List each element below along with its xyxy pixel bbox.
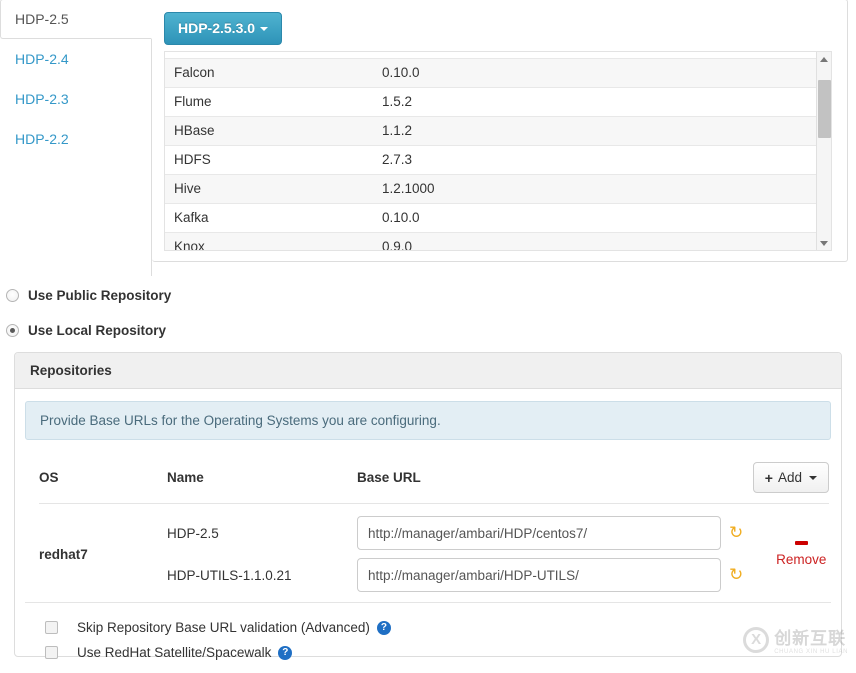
- service-version: 2.7.3: [373, 145, 818, 175]
- caret-down-icon: [260, 27, 269, 32]
- undo-icon[interactable]: ↻: [729, 524, 743, 541]
- service-version: 0.10.0: [373, 58, 818, 88]
- stack-tab-hdp-2-3[interactable]: HDP-2.3: [0, 79, 151, 119]
- services-version-scroll-region[interactable]: Atlas 0.7.0 Falcon 0.10.0 Flume 1.5.2: [164, 51, 832, 251]
- repositories-panel: Repositories Provide Base URLs for the O…: [14, 352, 842, 660]
- minus-icon: [794, 541, 808, 545]
- os-name: redhat7: [39, 546, 88, 562]
- repository-name: HDP-2.5: [167, 525, 219, 541]
- column-header-name: Name: [167, 470, 204, 485]
- repository-entry: HDP-UTILS-1.1.0.21 ↻: [167, 554, 743, 596]
- stack-details-panel: HDP-2.5.3.0 Atlas 0.7.0 Falcon 0.10.0: [152, 0, 848, 262]
- repository-name: HDP-UTILS-1.1.0.21: [167, 567, 292, 583]
- stack-version-nav: HDP-2.5 HDP-2.4 HDP-2.3 HDP-2.2: [0, 0, 152, 276]
- repositories-panel-body: Provide Base URLs for the Operating Syst…: [15, 389, 841, 665]
- column-header-base-url: Base URL: [357, 470, 421, 485]
- column-header-os: OS: [39, 470, 59, 485]
- scrollbar-thumb[interactable]: [818, 80, 831, 138]
- service-name: HDFS: [165, 145, 373, 175]
- info-alert: Provide Base URLs for the Operating Syst…: [25, 401, 831, 440]
- base-url-input-hdp[interactable]: [357, 516, 721, 550]
- service-name: Hive: [165, 174, 373, 204]
- radio-use-local-repository[interactable]: Use Local Repository: [6, 323, 166, 338]
- checkbox-skip-repository-validation[interactable]: Skip Repository Base URL validation (Adv…: [45, 615, 831, 640]
- remove-repository-button[interactable]: Remove: [743, 512, 856, 596]
- repository-entry: HDP-2.5 ↻: [167, 512, 743, 554]
- checkbox-skip-validation-label: Skip Repository Base URL validation (Adv…: [77, 620, 370, 635]
- vertical-scrollbar[interactable]: [816, 52, 831, 250]
- undo-icon[interactable]: ↻: [729, 566, 743, 583]
- help-icon[interactable]: ?: [376, 620, 391, 635]
- base-url-input-hdp-utils[interactable]: [357, 558, 721, 592]
- radio-local-label: Use Local Repository: [28, 323, 167, 338]
- table-row: HDFS 2.7.3: [165, 145, 818, 175]
- radio-use-public-repository[interactable]: Use Public Repository: [6, 288, 171, 303]
- scroll-up-arrow-icon[interactable]: [817, 52, 831, 66]
- service-name: Falcon: [165, 58, 373, 88]
- checkbox-icon: [45, 646, 58, 659]
- service-version: 1.2.1000: [373, 174, 818, 204]
- service-name: Kafka: [165, 203, 373, 233]
- repositories-table-header: OS Name Base URL + Add: [25, 462, 831, 493]
- services-version-table: Atlas 0.7.0 Falcon 0.10.0 Flume 1.5.2: [165, 52, 818, 250]
- table-row: Hive 1.2.1000: [165, 174, 818, 204]
- repositories-title: Repositories: [30, 363, 112, 378]
- stack-version-dropdown-button[interactable]: HDP-2.5.3.0: [164, 12, 283, 45]
- table-row: Flume 1.5.2: [165, 87, 818, 117]
- add-button-label: Add: [777, 470, 802, 485]
- service-name: Knox: [165, 232, 373, 250]
- service-version: 0.9.0: [373, 232, 818, 250]
- scroll-down-arrow-icon[interactable]: [817, 236, 831, 250]
- caret-down-icon: [809, 475, 817, 480]
- table-row: HBase 1.1.2: [165, 116, 818, 146]
- checkbox-use-redhat-satellite[interactable]: Use RedHat Satellite/Spacewalk ?: [45, 640, 831, 665]
- stack-tab-hdp-2-5[interactable]: HDP-2.5: [0, 0, 152, 39]
- checkbox-redhat-satellite-label: Use RedHat Satellite/Spacewalk: [77, 645, 272, 660]
- stack-version-label: HDP-2.5.3.0: [178, 20, 256, 36]
- checkbox-icon: [45, 621, 58, 634]
- radio-icon: [6, 289, 19, 302]
- service-name: Atlas: [165, 52, 373, 59]
- radio-icon-selected: [6, 324, 19, 337]
- stack-tab-hdp-2-2[interactable]: HDP-2.2: [0, 119, 151, 159]
- repository-configuration-page: HDP-2.5 HDP-2.4 HDP-2.3 HDP-2.2 HDP-2.5.…: [0, 0, 856, 673]
- service-name: HBase: [165, 116, 373, 146]
- repository-entries: HDP-2.5 ↻ HDP-UTILS-1.1.0.21 ↻: [167, 512, 743, 596]
- stack-tab-hdp-2-4[interactable]: HDP-2.4: [0, 39, 151, 79]
- service-version: 0.10.0: [373, 203, 818, 233]
- services-version-list: Atlas 0.7.0 Falcon 0.10.0 Flume 1.5.2: [165, 52, 818, 250]
- table-row: Knox 0.9.0: [165, 232, 818, 250]
- help-icon[interactable]: ?: [278, 645, 293, 660]
- remove-label: Remove: [776, 552, 827, 567]
- plus-icon: +: [764, 469, 773, 486]
- info-alert-text: Provide Base URLs for the Operating Syst…: [40, 413, 441, 428]
- table-row: Falcon 0.10.0: [165, 58, 818, 88]
- radio-public-label: Use Public Repository: [28, 288, 172, 303]
- service-version: 1.5.2: [373, 87, 818, 117]
- service-version: 1.1.2: [373, 116, 818, 146]
- table-row: Atlas 0.7.0: [165, 52, 818, 59]
- add-repository-button[interactable]: + Add: [752, 462, 829, 493]
- table-row: Kafka 0.10.0: [165, 203, 818, 233]
- service-version: 0.7.0: [373, 52, 818, 59]
- service-name: Flume: [165, 87, 373, 117]
- repositories-panel-heading: Repositories: [15, 353, 841, 389]
- table-row: redhat7 HDP-2.5 ↻ HDP-UTILS-1.1.0.21: [25, 504, 831, 603]
